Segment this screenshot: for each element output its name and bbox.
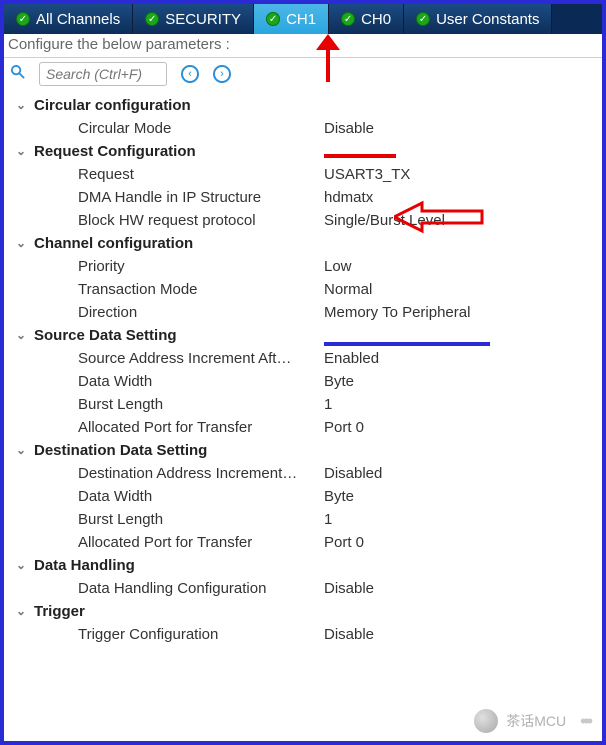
param-label: Circular Mode (4, 120, 324, 137)
param-row[interactable]: DMA Handle in IP Structurehdmatx (4, 186, 602, 209)
group-title: Destination Data Setting (34, 442, 207, 459)
chevron-down-icon: ⌄ (16, 558, 28, 572)
param-label: Request (4, 166, 324, 183)
tab-label: All Channels (36, 11, 120, 28)
param-label: Data Width (4, 488, 324, 505)
watermark: 茶话MCU ••• (474, 709, 590, 733)
tab-label: SECURITY (165, 11, 241, 28)
param-row[interactable]: Circular ModeDisable (4, 117, 602, 140)
param-value[interactable]: Disable (324, 120, 374, 137)
param-value[interactable]: 1 (324, 511, 332, 528)
param-row[interactable]: Data WidthByte (4, 370, 602, 393)
param-row[interactable]: Block HW request protocolSingle/Burst Le… (4, 209, 602, 232)
group-header[interactable]: ⌄ Channel configuration (4, 232, 602, 255)
group-header[interactable]: ⌄ Destination Data Setting (4, 439, 602, 462)
param-label: Direction (4, 304, 324, 321)
tab-label: CH0 (361, 11, 391, 28)
chevron-down-icon: ⌄ (16, 328, 28, 342)
param-row[interactable]: Destination Address Increment…Disabled (4, 462, 602, 485)
param-row[interactable]: RequestUSART3_TX (4, 163, 602, 186)
param-row[interactable]: Source Address Increment Aft…Enabled (4, 347, 602, 370)
instruction-text: Configure the below parameters : (4, 34, 602, 58)
chevron-down-icon: ⌄ (16, 443, 28, 457)
param-value[interactable]: hdmatx (324, 189, 373, 206)
search-input[interactable] (39, 62, 167, 86)
tab-user-constants[interactable]: ✓ User Constants (404, 4, 552, 34)
check-icon: ✓ (416, 12, 430, 26)
group-title: Circular configuration (34, 97, 191, 114)
group-header[interactable]: ⌄ Trigger (4, 600, 602, 623)
group-title: Request Configuration (34, 143, 196, 160)
param-value[interactable]: Disable (324, 626, 374, 643)
param-value[interactable]: Disabled (324, 465, 382, 482)
check-icon: ✓ (145, 12, 159, 26)
group-title: Trigger (34, 603, 85, 620)
param-row[interactable]: Allocated Port for TransferPort 0 (4, 416, 602, 439)
param-row[interactable]: Allocated Port for TransferPort 0 (4, 531, 602, 554)
param-value[interactable]: 1 (324, 396, 332, 413)
param-row[interactable]: Data Handling ConfigurationDisable (4, 577, 602, 600)
tab-ch0[interactable]: ✓ CH0 (329, 4, 404, 34)
chevron-down-icon: ⌄ (16, 144, 28, 158)
param-label: Data Width (4, 373, 324, 390)
ellipsis-icon: ••• (580, 711, 590, 732)
param-value[interactable]: Memory To Peripheral (324, 304, 470, 321)
param-label: DMA Handle in IP Structure (4, 189, 324, 206)
tab-all-channels[interactable]: ✓ All Channels (4, 4, 133, 34)
watermark-logo-icon (474, 709, 498, 733)
param-value[interactable]: Byte (324, 373, 354, 390)
param-value[interactable]: Low (324, 258, 352, 275)
param-value[interactable]: Enabled (324, 350, 379, 367)
check-icon: ✓ (341, 12, 355, 26)
param-value[interactable]: Port 0 (324, 534, 364, 551)
param-row[interactable]: Burst Length1 (4, 508, 602, 531)
group-title: Channel configuration (34, 235, 193, 252)
search-icon (10, 64, 25, 84)
prev-match-button[interactable]: ‹ (181, 65, 199, 83)
tab-security[interactable]: ✓ SECURITY (133, 4, 254, 34)
param-row[interactable]: Burst Length1 (4, 393, 602, 416)
param-value[interactable]: Disable (324, 580, 374, 597)
param-label: Burst Length (4, 511, 324, 528)
tab-ch1[interactable]: ✓ CH1 (254, 4, 329, 34)
tab-bar: ✓ All Channels ✓ SECURITY ✓ CH1 ✓ CH0 ✓ … (4, 4, 602, 34)
chevron-down-icon: ⌄ (16, 604, 28, 618)
param-row[interactable]: Data WidthByte (4, 485, 602, 508)
param-value[interactable]: Byte (324, 488, 354, 505)
param-value[interactable]: Normal (324, 281, 372, 298)
tab-label: CH1 (286, 11, 316, 28)
param-row[interactable]: PriorityLow (4, 255, 602, 278)
param-value[interactable]: USART3_TX (324, 166, 410, 183)
param-value[interactable]: Port 0 (324, 419, 364, 436)
param-label: Destination Address Increment… (4, 465, 324, 482)
param-row[interactable]: DirectionMemory To Peripheral (4, 301, 602, 324)
param-label: Block HW request protocol (4, 212, 324, 229)
check-icon: ✓ (266, 12, 280, 26)
param-label: Trigger Configuration (4, 626, 324, 643)
group-header[interactable]: ⌄ Circular configuration (4, 94, 602, 117)
param-row[interactable]: Trigger ConfigurationDisable (4, 623, 602, 646)
param-value[interactable]: Single/Burst Level (324, 212, 445, 229)
chevron-down-icon: ⌄ (16, 236, 28, 250)
param-label: Source Address Increment Aft… (4, 350, 324, 367)
param-label: Burst Length (4, 396, 324, 413)
group-header[interactable]: ⌄ Source Data Setting (4, 324, 602, 347)
watermark-text: 茶话MCU (506, 711, 566, 731)
group-title: Data Handling (34, 557, 135, 574)
param-label: Data Handling Configuration (4, 580, 324, 597)
search-bar: ‹ › (4, 58, 602, 90)
param-row[interactable]: Transaction ModeNormal (4, 278, 602, 301)
next-match-button[interactable]: › (213, 65, 231, 83)
param-label: Allocated Port for Transfer (4, 419, 324, 436)
check-icon: ✓ (16, 12, 30, 26)
group-header[interactable]: ⌄ Data Handling (4, 554, 602, 577)
param-label: Transaction Mode (4, 281, 324, 298)
tab-label: User Constants (436, 11, 539, 28)
param-label: Allocated Port for Transfer (4, 534, 324, 551)
chevron-down-icon: ⌄ (16, 98, 28, 112)
param-label: Priority (4, 258, 324, 275)
group-header[interactable]: ⌄ Request Configuration (4, 140, 602, 163)
parameter-tree: ⌄Circular configurationCircular ModeDisa… (4, 90, 602, 646)
group-title: Source Data Setting (34, 327, 177, 344)
